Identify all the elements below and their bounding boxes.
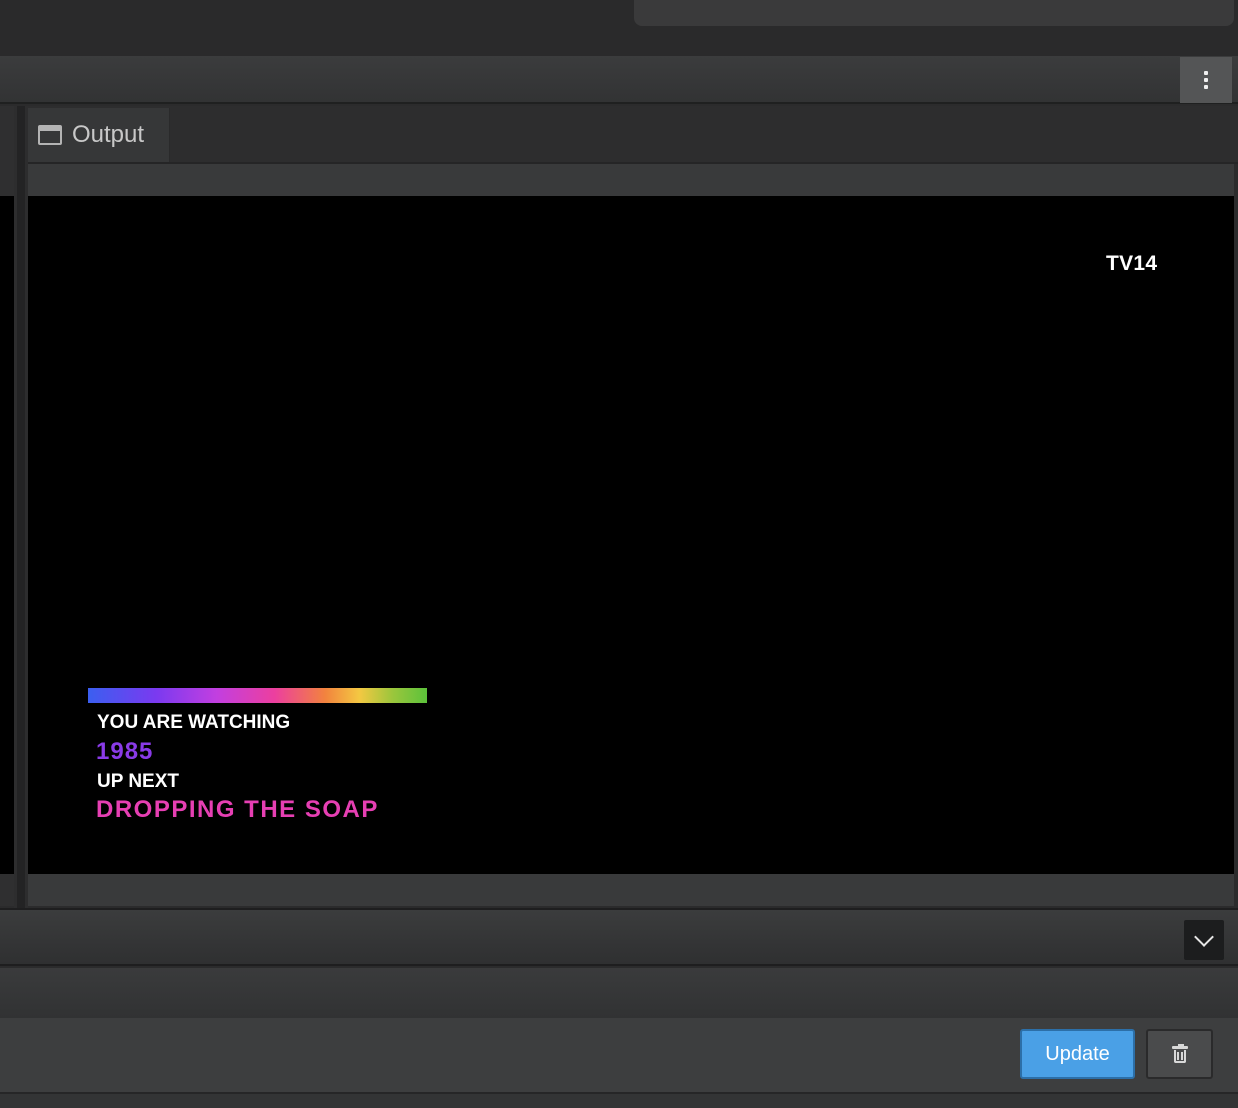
footer-band <box>0 1092 1238 1108</box>
preview-bottom-bar <box>28 874 1234 906</box>
panel-resize-handle[interactable] <box>14 106 28 908</box>
kebab-menu-icon <box>1204 71 1208 75</box>
preview-top-bar <box>28 164 1234 196</box>
top-card <box>634 0 1234 26</box>
rating-badge: TV14 <box>1106 252 1158 275</box>
collapse-toggle-button[interactable] <box>1184 920 1224 960</box>
up-next-label: UP NEXT <box>97 771 180 792</box>
rainbow-bar <box>88 688 427 703</box>
delete-button[interactable] <box>1146 1029 1213 1079</box>
update-button[interactable]: Update <box>1020 1029 1135 1079</box>
collapsible-section-header[interactable] <box>0 908 1238 966</box>
now-watching-label: YOU ARE WATCHING <box>97 712 291 733</box>
chevron-down-icon <box>1194 927 1214 947</box>
tab-bar <box>28 106 1238 164</box>
toolbar <box>0 56 1238 104</box>
tab-output[interactable]: Output <box>28 108 170 162</box>
more-options-button[interactable] <box>1180 57 1232 103</box>
left-preview-edge <box>0 196 14 874</box>
tab-output-label: Output <box>72 121 145 148</box>
section-band <box>0 968 1238 1018</box>
output-preview <box>28 196 1234 874</box>
window-icon <box>38 125 62 145</box>
up-next-title: DROPPING THE SOAP <box>96 796 379 823</box>
now-watching-title: 1985 <box>96 738 154 765</box>
trash-icon <box>1171 1043 1188 1063</box>
